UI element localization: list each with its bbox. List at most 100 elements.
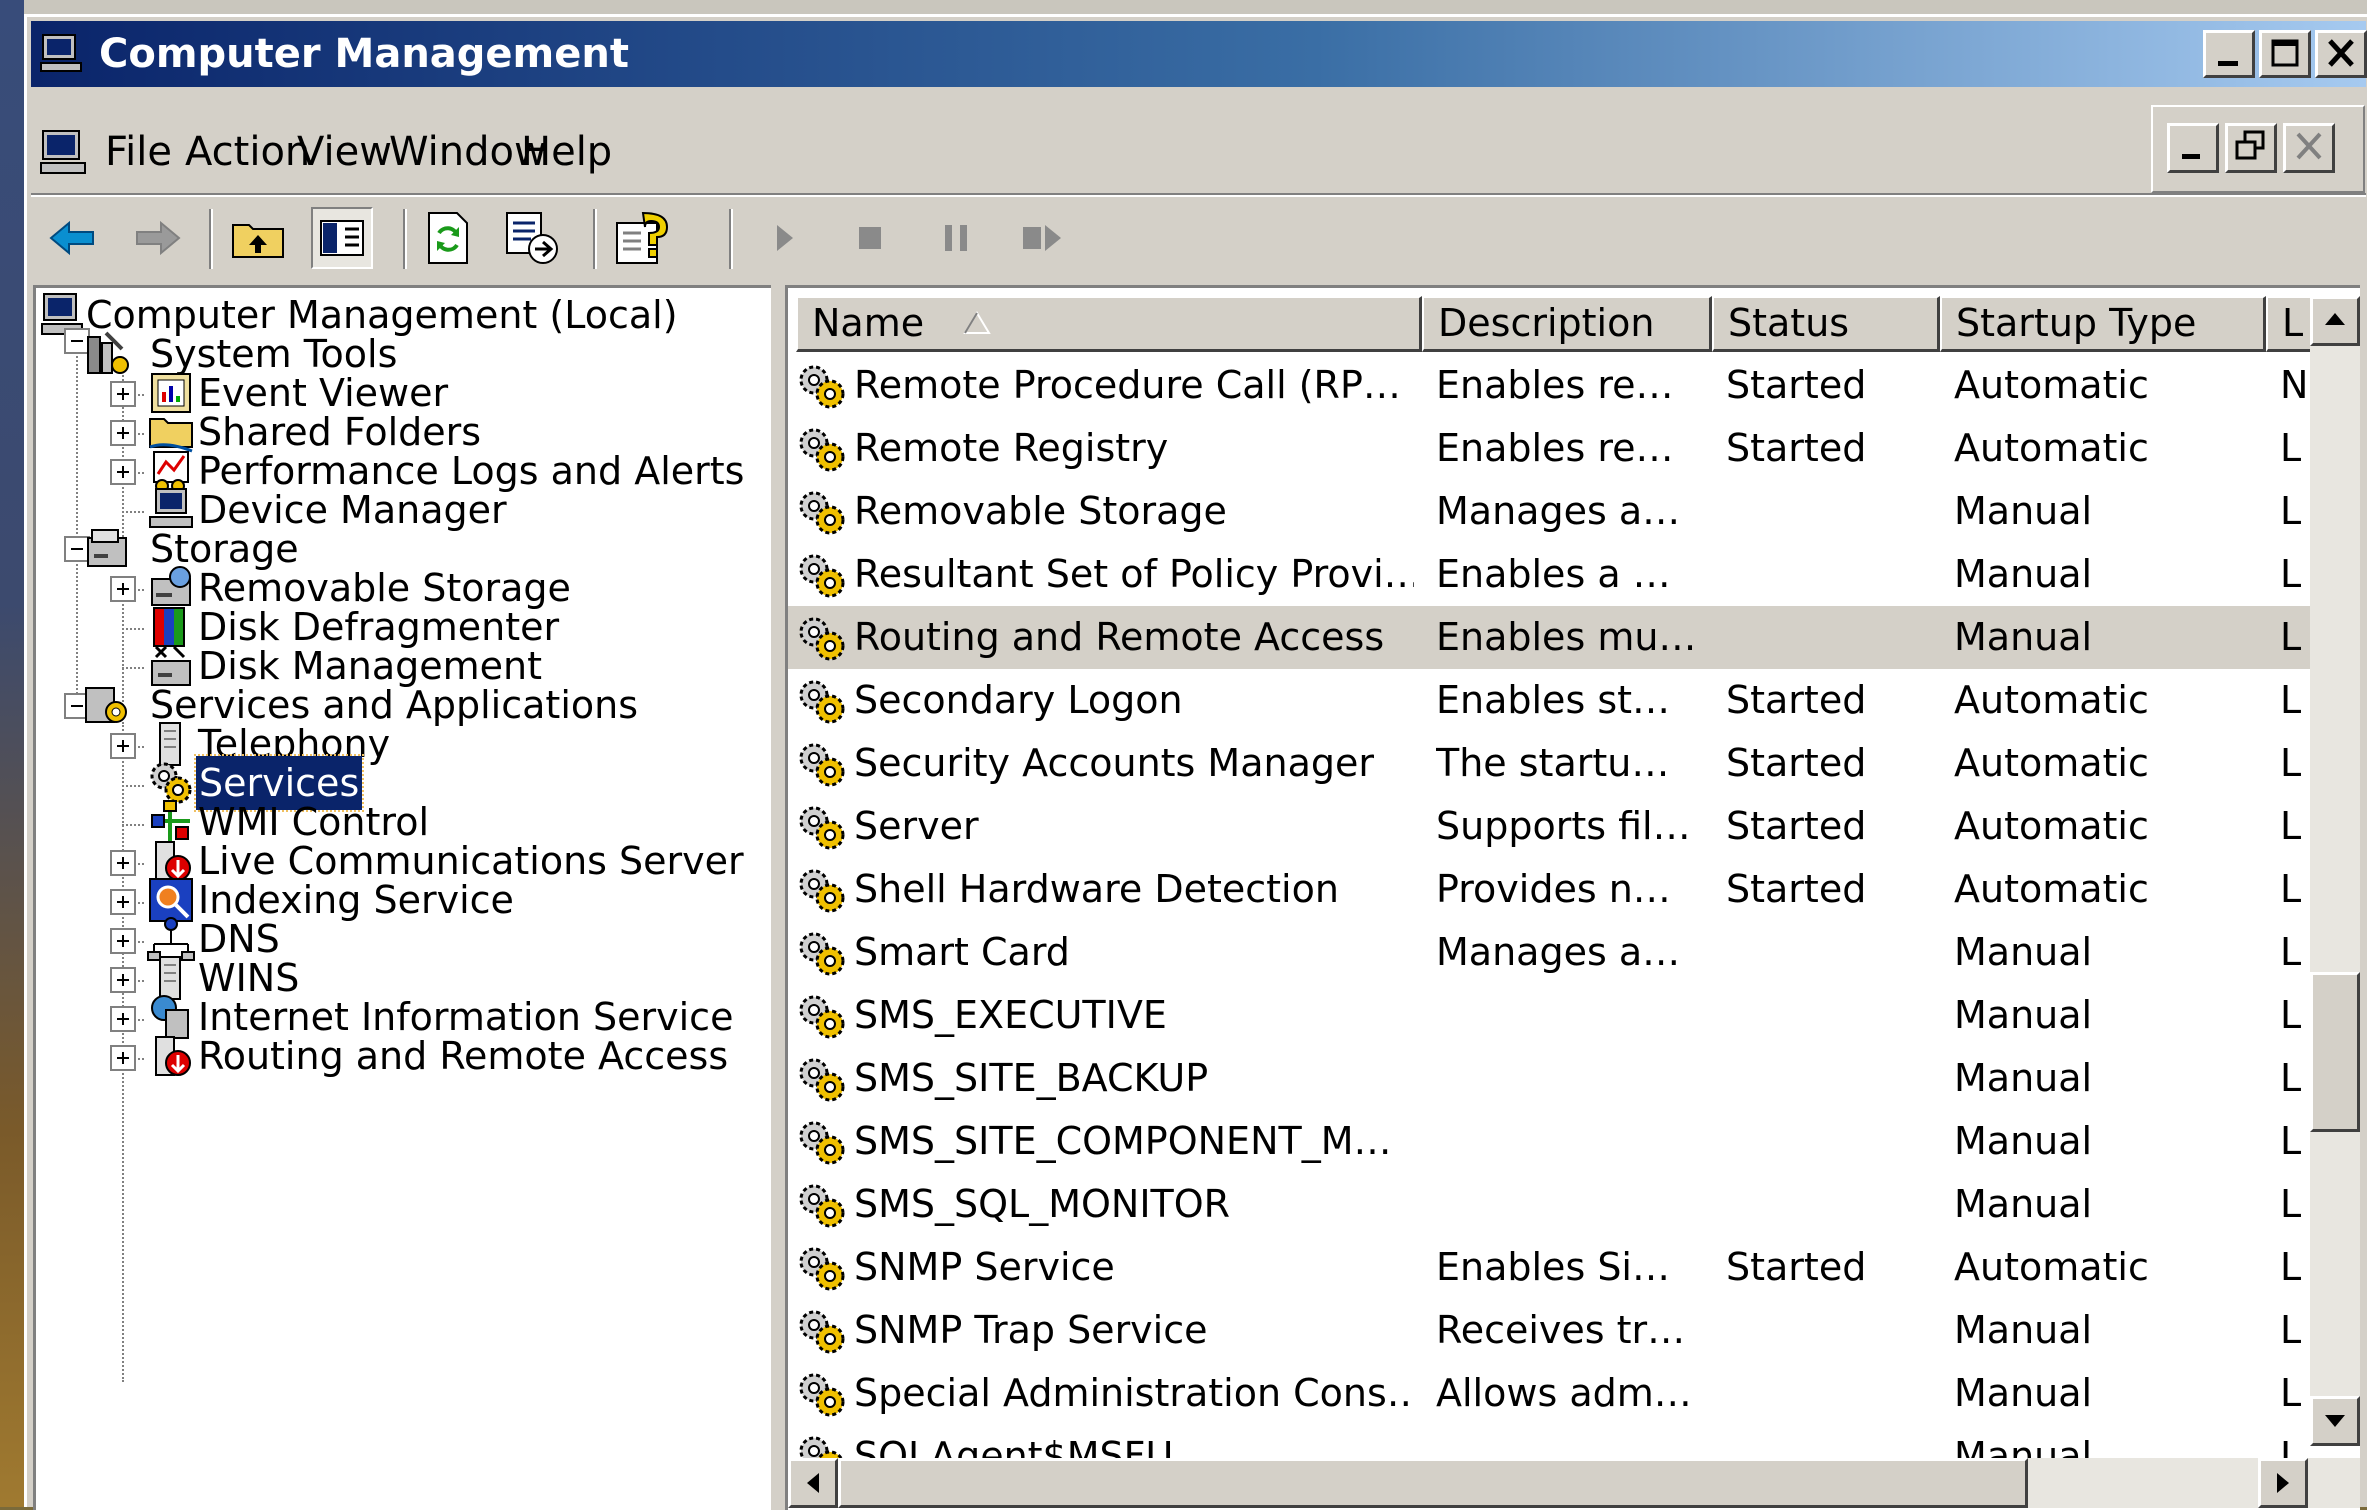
mdi-child-icon[interactable]: [37, 125, 93, 181]
horizontal-scroll-thumb[interactable]: [838, 1458, 2028, 1508]
menu-toolbar-separator: [31, 193, 2366, 197]
service-description: Manages a…: [1436, 930, 1681, 974]
computer-management-icon: [40, 34, 82, 72]
expand-button[interactable]: [110, 381, 136, 407]
routing-remote-access-icon: [155, 1036, 191, 1076]
expand-button[interactable]: [110, 850, 136, 876]
service-gear-icon: [799, 1247, 845, 1291]
up-one-level-icon[interactable]: [227, 207, 289, 269]
service-log-on-as: L: [2280, 1119, 2302, 1163]
mdi-restore-button[interactable]: [2225, 123, 2277, 173]
expand-button[interactable]: [110, 459, 136, 485]
column-header-status[interactable]: Status: [1712, 296, 1940, 352]
scroll-right-button[interactable]: [2258, 1458, 2308, 1508]
service-name: Resultant Set of Policy Provi…: [854, 552, 1414, 596]
help-icon[interactable]: [611, 207, 673, 269]
forward-icon[interactable]: [127, 207, 189, 269]
scroll-left-button[interactable]: [788, 1458, 838, 1508]
service-log-on-as: L: [2280, 1245, 2302, 1289]
menu-help[interactable]: Help: [521, 127, 612, 177]
service-row[interactable]: Remote Registry Enables re… Started Automat…: [788, 417, 2314, 480]
back-icon[interactable]: [41, 207, 103, 269]
service-row[interactable]: SNMP Service Enables Si… Started Automatic L: [788, 1236, 2314, 1299]
scroll-up-button[interactable]: [2310, 296, 2360, 346]
minimize-button[interactable]: [2203, 30, 2255, 78]
tree-connector: [122, 667, 144, 669]
vertical-scrollbar[interactable]: [2310, 296, 2360, 1446]
service-row[interactable]: Remote Procedure Call (RP… Enables re… Sta…: [788, 354, 2314, 417]
service-name: SMS_SQL_MONITOR: [854, 1182, 1231, 1226]
services-list[interactable]: Name Description Status Startup Type L R…: [785, 285, 2360, 1510]
horizontal-scrollbar[interactable]: [788, 1458, 2360, 1508]
service-gear-icon: [799, 428, 845, 472]
service-row[interactable]: Shell Hardware Detection Provides n… Start…: [788, 858, 2314, 921]
service-row[interactable]: Special Administration Cons… Allows adm… M…: [788, 1362, 2314, 1425]
toolbar: [31, 199, 2366, 281]
service-name: SMS_SITE_BACKUP: [854, 1056, 1209, 1100]
expand-button[interactable]: [110, 967, 136, 993]
scroll-down-button[interactable]: [2310, 1396, 2360, 1446]
menu-view[interactable]: View: [297, 127, 392, 177]
menu-file[interactable]: File: [105, 127, 172, 177]
service-row[interactable]: Smart Card Manages a… Manual L: [788, 921, 2314, 984]
service-row[interactable]: Security Accounts Manager The startu… Star…: [788, 732, 2314, 795]
expand-button[interactable]: [110, 1045, 136, 1071]
tree-connector: [122, 628, 144, 630]
menu-bar: File Action View Window Help: [31, 113, 2141, 197]
scroll-thumb[interactable]: [2310, 972, 2360, 1132]
expand-button[interactable]: [110, 889, 136, 915]
console-tree[interactable]: Computer Management (Local) System Tools…: [33, 285, 771, 1510]
mdi-close-button[interactable]: [2283, 123, 2335, 173]
service-row[interactable]: SMS_SITE_COMPONENT_M… Manual L: [788, 1110, 2314, 1173]
mdi-minimize-button[interactable]: [2167, 123, 2219, 173]
service-row[interactable]: Secondary Logon Enables st… Started Automat…: [788, 669, 2314, 732]
title-bar[interactable]: Computer Management: [31, 21, 2367, 87]
pane-splitter[interactable]: [771, 285, 785, 1510]
service-log-on-as: L: [2280, 741, 2302, 785]
column-header-name[interactable]: Name: [796, 296, 1422, 352]
start-service-icon[interactable]: [753, 207, 815, 269]
tree-label: Routing and Remote Access: [198, 1034, 729, 1078]
service-startup-type: Manual: [1954, 615, 2093, 659]
service-name: Remote Procedure Call (RP…: [854, 363, 1401, 407]
tree-connector: [122, 511, 144, 513]
column-header-startup-type[interactable]: Startup Type: [1940, 296, 2266, 352]
expand-button[interactable]: [110, 1006, 136, 1032]
service-row[interactable]: SMS_SITE_BACKUP Manual L: [788, 1047, 2314, 1110]
column-header-label: Name: [812, 301, 925, 345]
service-row[interactable]: Resultant Set of Policy Provi… Enables a …: [788, 543, 2314, 606]
expand-button[interactable]: [110, 733, 136, 759]
toolbar-separator: [593, 209, 597, 269]
expand-button[interactable]: [110, 928, 136, 954]
expand-button[interactable]: [110, 420, 136, 446]
service-name: Removable Storage: [854, 489, 1227, 533]
show-hide-console-tree-button[interactable]: [311, 207, 373, 269]
service-row[interactable]: Server Supports fil… Started Automatic L: [788, 795, 2314, 858]
menu-action[interactable]: Action: [185, 127, 310, 177]
service-startup-type: Automatic: [1954, 678, 2149, 722]
close-button[interactable]: [2315, 30, 2367, 78]
computer-management-window: Computer Management File Action View Win…: [24, 14, 2367, 1510]
expand-button[interactable]: [110, 576, 136, 602]
toolbar-separator: [209, 209, 213, 269]
refresh-icon[interactable]: [417, 207, 479, 269]
plus-icon: [117, 1013, 129, 1025]
export-list-icon[interactable]: [501, 207, 563, 269]
service-description: Enables re…: [1436, 426, 1674, 470]
column-header-description[interactable]: Description: [1422, 296, 1712, 352]
service-row[interactable]: Routing and Remote Access Enables mu… Manu…: [788, 606, 2314, 669]
maximize-button[interactable]: [2259, 30, 2311, 78]
stop-service-icon[interactable]: [839, 207, 901, 269]
service-row[interactable]: SMS_EXECUTIVE Manual L: [788, 984, 2314, 1047]
column-header-log-on-as[interactable]: L: [2266, 296, 2314, 352]
service-row[interactable]: SNMP Trap Service Receives tr… Manual L: [788, 1299, 2314, 1362]
plus-icon: [117, 388, 129, 400]
service-row[interactable]: Removable Storage Manages a… Manual L: [788, 480, 2314, 543]
service-log-on-as: N: [2280, 363, 2309, 407]
service-name: SMS_SITE_COMPONENT_M…: [854, 1119, 1392, 1163]
service-row[interactable]: SMS_SQL_MONITOR Manual L: [788, 1173, 2314, 1236]
service-description: Supports fil…: [1436, 804, 1691, 848]
service-description: Enables re…: [1436, 363, 1674, 407]
restart-service-icon[interactable]: [1011, 207, 1073, 269]
pause-service-icon[interactable]: [925, 207, 987, 269]
